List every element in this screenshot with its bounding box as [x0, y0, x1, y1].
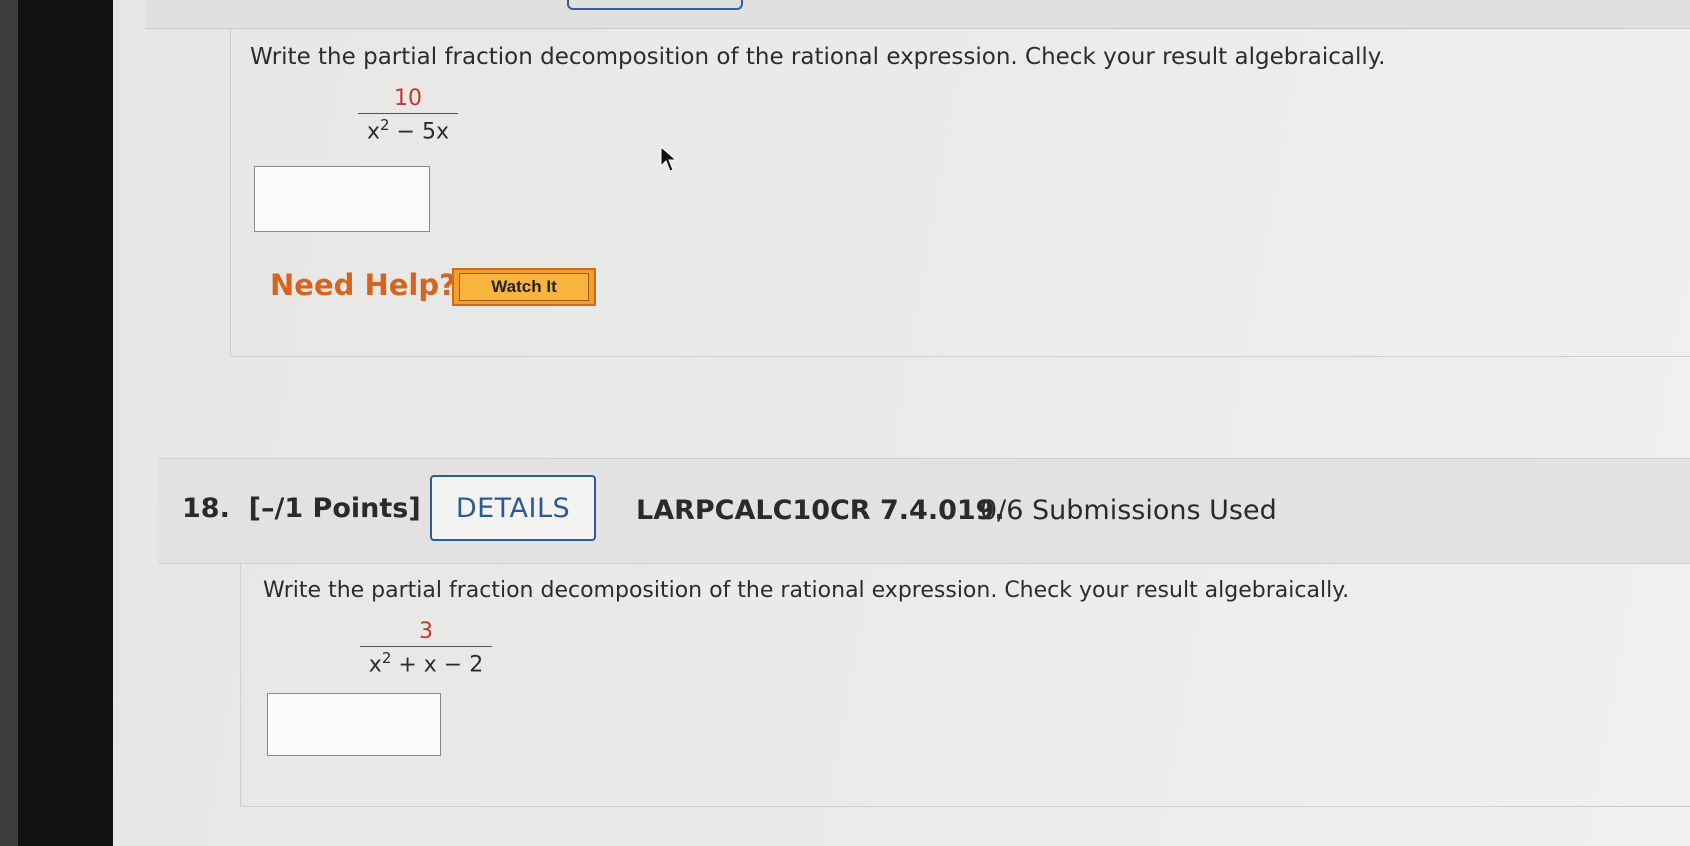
question-18-answer-input[interactable] [267, 693, 441, 756]
need-help-label: Need Help? [270, 268, 456, 302]
submissions-used: 0/6 Submissions Used [980, 495, 1277, 526]
question-17-panel [230, 28, 1690, 357]
details-button[interactable]: DETAILS [430, 475, 596, 541]
watch-it-label: Watch It [459, 273, 589, 301]
previous-details-button[interactable] [567, 0, 743, 10]
fraction-denominator: x2 + x − 2 [368, 649, 484, 678]
monitor-bezel [18, 0, 113, 846]
fraction-numerator: 10 [394, 86, 422, 111]
watch-it-button[interactable]: Watch It [452, 268, 596, 306]
question-code: LARPCALC10CR 7.4.019. [636, 495, 1005, 526]
mouse-cursor-icon [660, 146, 678, 172]
question-18-instruction: Write the partial fraction decomposition… [263, 578, 1350, 603]
question-17-answer-input[interactable] [254, 166, 430, 232]
question-number: 18. [–/1 Points] [182, 493, 421, 524]
question-points: [–/1 Points] [248, 493, 421, 524]
question-17-expression: 10 x2 − 5x [358, 86, 458, 144]
previous-question-header [145, 0, 1690, 29]
question-18-expression: 3 x2 + x − 2 [360, 619, 492, 677]
monitor-bezel-edge [0, 0, 18, 846]
question-18-header: 18. [–/1 Points] DETAILS LARPCALC10CR 7.… [158, 458, 1690, 564]
question-17-instruction: Write the partial fraction decomposition… [250, 44, 1386, 70]
fraction-denominator: x2 − 5x [366, 116, 449, 145]
fraction-numerator: 3 [419, 619, 433, 644]
